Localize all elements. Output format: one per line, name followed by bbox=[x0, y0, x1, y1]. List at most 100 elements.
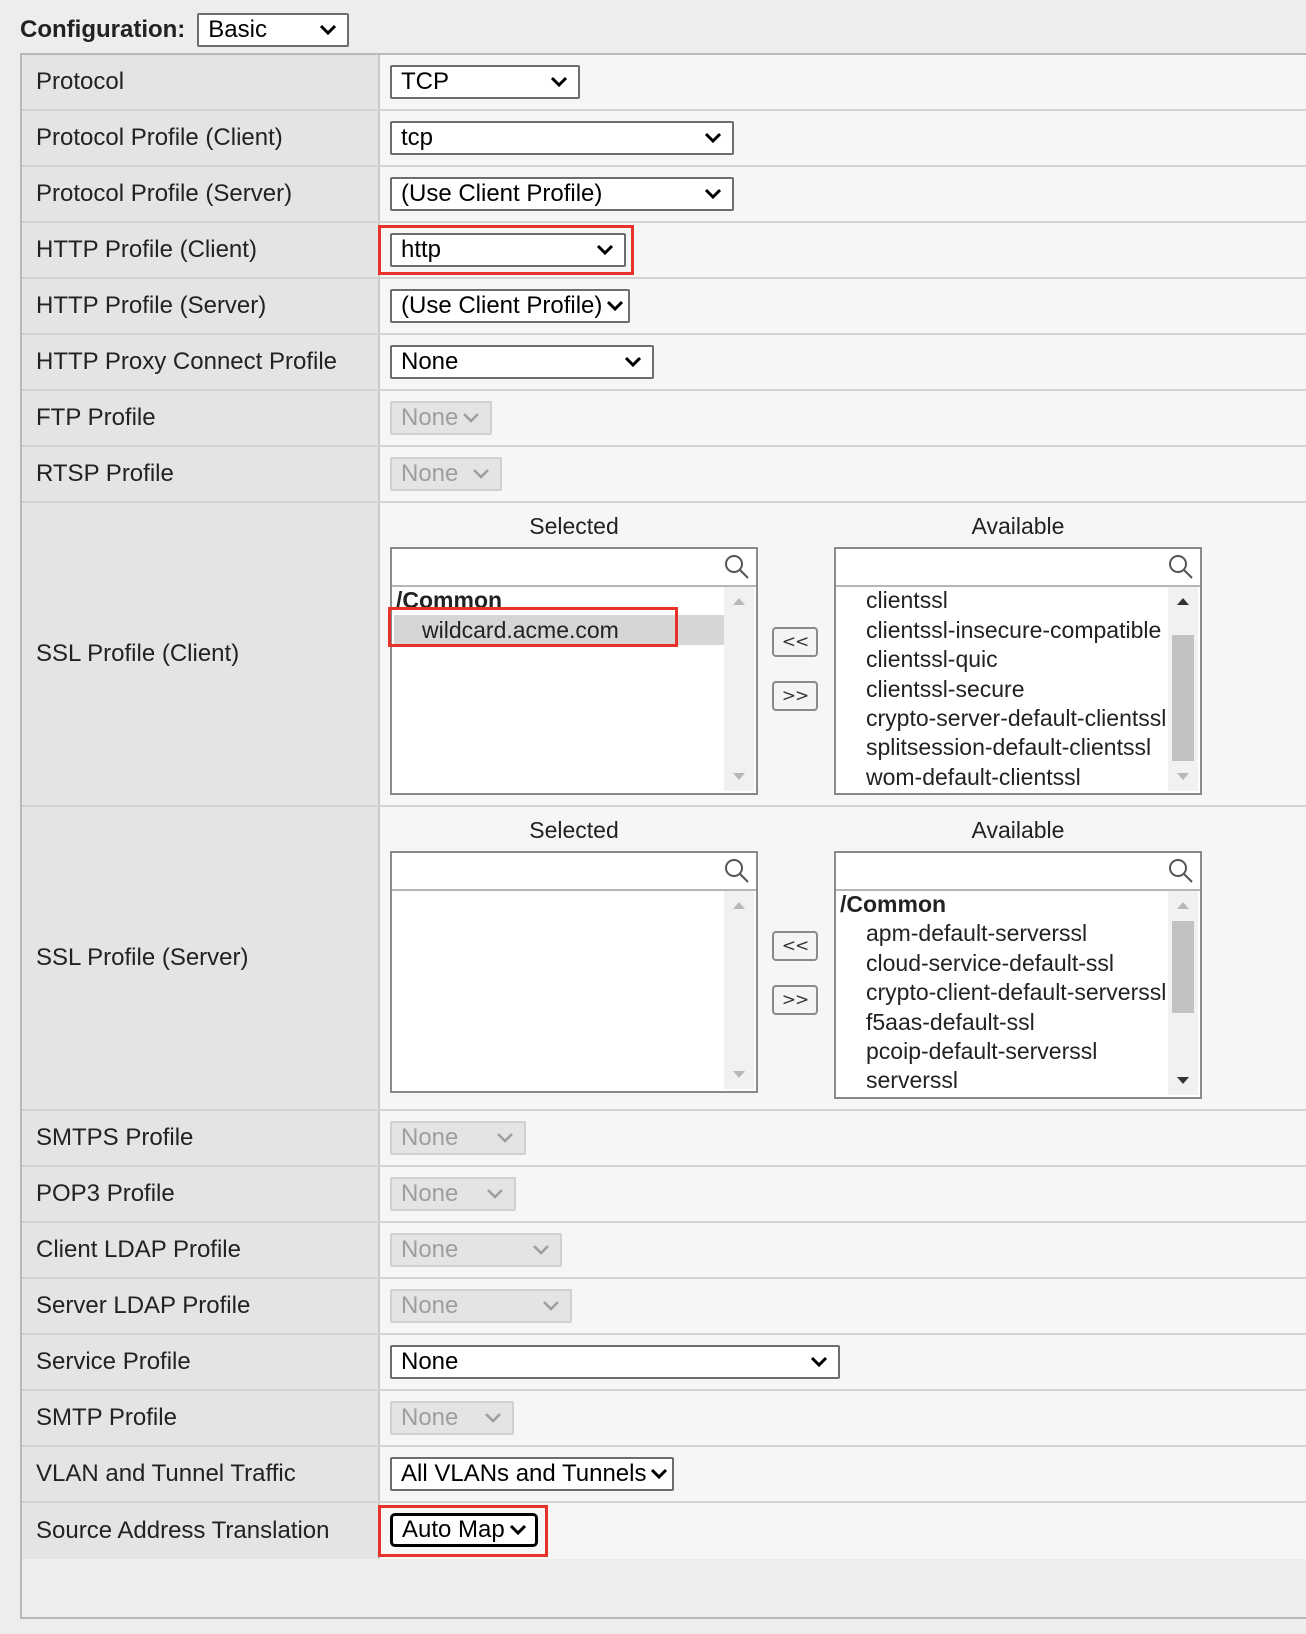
ssl-profile-client-label: SSL Profile (Client) bbox=[22, 503, 380, 805]
list-item[interactable]: clientssl bbox=[866, 587, 948, 614]
protocol-profile-server-select[interactable]: (Use Client Profile) bbox=[390, 177, 734, 211]
protocol-select[interactable]: TCP bbox=[390, 65, 580, 99]
pop3-profile-value: None bbox=[401, 1180, 459, 1207]
row-service-profile: Service Profile None bbox=[22, 1335, 1306, 1391]
list-item[interactable]: crypto-client-default-serverssl bbox=[866, 979, 1166, 1006]
row-vlan-tunnel-traffic: VLAN and Tunnel Traffic All VLANs and Tu… bbox=[22, 1447, 1306, 1503]
chevron-down-icon bbox=[651, 1468, 668, 1480]
http-profile-server-select[interactable]: (Use Client Profile) bbox=[390, 289, 630, 323]
chevron-down-icon bbox=[509, 1524, 526, 1536]
selected-search-field[interactable] bbox=[392, 853, 756, 891]
vlan-tunnel-traffic-select[interactable]: All VLANs and Tunnels bbox=[390, 1457, 674, 1491]
move-right-button[interactable]: >> bbox=[772, 681, 818, 711]
search-icon bbox=[725, 555, 749, 579]
protocol-profile-server-value: (Use Client Profile) bbox=[401, 180, 603, 207]
client-ldap-profile-value: None bbox=[401, 1236, 459, 1263]
configuration-select-value: Basic bbox=[208, 16, 267, 43]
smtp-profile-value: None bbox=[401, 1404, 459, 1431]
row-ssl-profile-server: SSL Profile (Server) Selected Available … bbox=[22, 807, 1306, 1111]
chevron-down-icon bbox=[624, 356, 642, 368]
smtps-profile-value: None bbox=[401, 1124, 459, 1151]
scroll-up-icon[interactable] bbox=[1175, 595, 1191, 607]
row-smtps-profile: SMTPS Profile None bbox=[22, 1111, 1306, 1167]
scrollbar-thumb[interactable] bbox=[1172, 921, 1194, 1013]
list-item[interactable]: clientssl-insecure-compatible bbox=[866, 617, 1161, 644]
list-item[interactable]: clientssl-secure bbox=[866, 676, 1025, 703]
chevron-down-icon bbox=[704, 188, 722, 200]
chevron-down-icon bbox=[550, 76, 568, 88]
service-profile-value: None bbox=[401, 1348, 459, 1375]
list-item[interactable]: wom-default-clientssl bbox=[866, 764, 1081, 791]
row-server-ldap-profile: Server LDAP Profile None bbox=[22, 1279, 1306, 1335]
chevron-down-icon bbox=[487, 1189, 503, 1199]
row-ftp-profile: FTP Profile None bbox=[22, 391, 1306, 447]
configuration-select[interactable]: Basic bbox=[197, 13, 350, 47]
chevron-down-icon bbox=[463, 413, 480, 423]
list-item[interactable]: splitsession-default-clientssl bbox=[866, 734, 1151, 761]
scroll-down-icon[interactable] bbox=[1175, 1075, 1191, 1087]
vlan-tunnel-traffic-label: VLAN and Tunnel Traffic bbox=[22, 1447, 380, 1501]
http-profile-server-label: HTTP Profile (Server) bbox=[22, 279, 380, 333]
row-http-proxy-connect-profile: HTTP Proxy Connect Profile None bbox=[22, 335, 1306, 391]
move-left-button[interactable]: << bbox=[772, 931, 818, 961]
scrollbar[interactable] bbox=[724, 587, 754, 791]
list-group-common: /Common bbox=[840, 891, 947, 917]
move-right-button[interactable]: >> bbox=[772, 985, 818, 1015]
scroll-up-icon[interactable] bbox=[1175, 899, 1191, 911]
rtsp-profile-select: None bbox=[390, 457, 502, 491]
list-item[interactable]: serverssl bbox=[866, 1067, 958, 1094]
scroll-down-icon[interactable] bbox=[731, 1069, 747, 1081]
source-address-translation-value: Auto Map bbox=[402, 1516, 505, 1543]
scrollbar[interactable] bbox=[1168, 891, 1198, 1095]
ssl-server-available-list[interactable]: /Common apm-default-serverssl cloud-serv… bbox=[834, 851, 1202, 1099]
search-icon bbox=[725, 859, 749, 883]
ssl-server-selected-list[interactable] bbox=[390, 851, 758, 1093]
list-item[interactable]: clientssl-quic bbox=[866, 646, 998, 673]
http-proxy-connect-profile-label: HTTP Proxy Connect Profile bbox=[22, 335, 380, 389]
chevron-down-icon bbox=[704, 132, 722, 144]
http-profile-client-select[interactable]: http bbox=[390, 233, 626, 267]
scrollbar[interactable] bbox=[1168, 587, 1198, 791]
list-item[interactable]: cloud-service-default-ssl bbox=[866, 950, 1114, 977]
available-search-field[interactable] bbox=[836, 853, 1200, 891]
row-pop3-profile: POP3 Profile None bbox=[22, 1167, 1306, 1223]
scroll-up-icon[interactable] bbox=[731, 595, 747, 607]
protocol-profile-client-value: tcp bbox=[401, 124, 434, 151]
service-profile-select[interactable]: None bbox=[390, 1345, 840, 1379]
selected-header: Selected bbox=[529, 817, 619, 843]
ssl-client-selected-list[interactable]: /Common wildcard.acme.com bbox=[390, 547, 758, 795]
service-profile-label: Service Profile bbox=[22, 1335, 380, 1389]
list-item[interactable]: crypto-server-default-clientssl bbox=[866, 705, 1166, 732]
scrollbar-thumb[interactable] bbox=[1172, 635, 1194, 761]
available-header: Available bbox=[971, 817, 1065, 843]
move-left-button[interactable]: << bbox=[772, 627, 818, 657]
chevron-down-icon bbox=[320, 24, 337, 36]
configuration-bar: Configuration: Basic bbox=[20, 10, 350, 50]
scroll-down-icon[interactable] bbox=[1175, 771, 1191, 783]
source-address-translation-label: Source Address Translation bbox=[22, 1503, 380, 1559]
smtps-profile-label: SMTPS Profile bbox=[22, 1111, 380, 1165]
ssl-client-available-list[interactable]: clientssl clientssl-insecure-compatible … bbox=[834, 547, 1202, 795]
row-ssl-profile-client: SSL Profile (Client) Selected Available … bbox=[22, 503, 1306, 807]
http-proxy-connect-profile-value: None bbox=[401, 348, 459, 375]
list-item[interactable]: apm-default-serverssl bbox=[866, 920, 1087, 947]
chevron-down-icon bbox=[485, 1413, 501, 1423]
list-item[interactable]: pcoip-default-serverssl bbox=[866, 1038, 1097, 1065]
vlan-tunnel-traffic-value: All VLANs and Tunnels bbox=[401, 1460, 647, 1487]
smtp-profile-select: None bbox=[390, 1401, 514, 1435]
scroll-up-icon[interactable] bbox=[731, 899, 747, 911]
chevron-down-icon bbox=[473, 469, 489, 479]
search-icon bbox=[1169, 555, 1193, 579]
chevron-down-icon bbox=[607, 300, 624, 312]
list-item[interactable]: f5aas-default-ssl bbox=[866, 1009, 1035, 1036]
http-proxy-connect-profile-select[interactable]: None bbox=[390, 345, 654, 379]
protocol-profile-client-select[interactable]: tcp bbox=[390, 121, 734, 155]
http-profile-server-value: (Use Client Profile) bbox=[401, 292, 603, 319]
scrollbar[interactable] bbox=[724, 891, 754, 1089]
source-address-translation-select[interactable]: Auto Map bbox=[390, 1513, 538, 1547]
scroll-down-icon[interactable] bbox=[731, 771, 747, 783]
protocol-label: Protocol bbox=[22, 55, 380, 109]
available-search-field[interactable] bbox=[836, 549, 1200, 587]
rtsp-profile-label: RTSP Profile bbox=[22, 447, 380, 501]
selected-search-field[interactable] bbox=[392, 549, 756, 587]
